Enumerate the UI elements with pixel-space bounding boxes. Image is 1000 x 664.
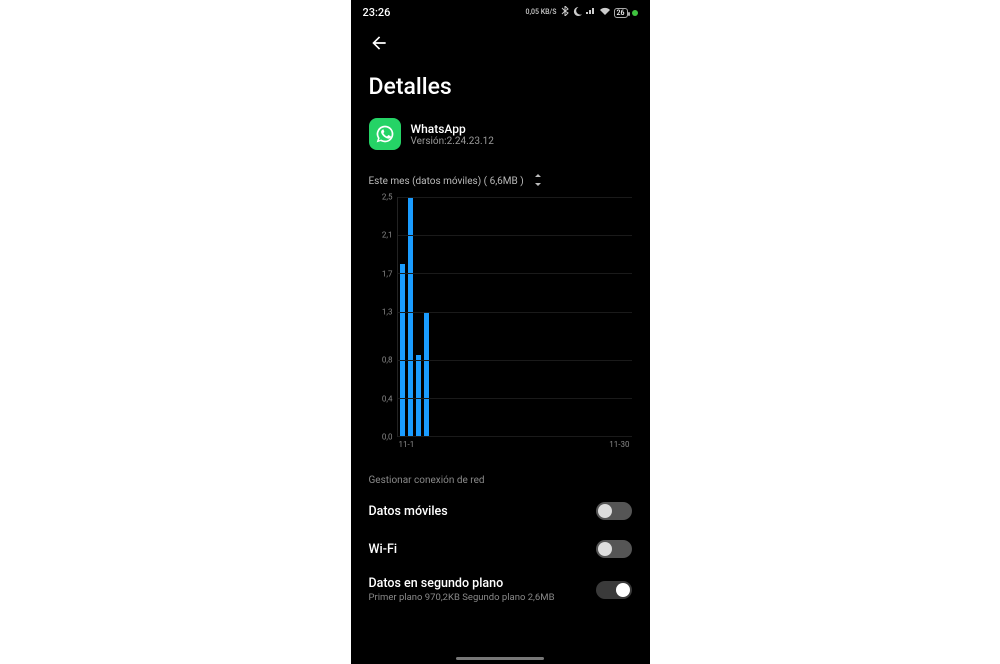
wifi-icon [600,7,610,18]
mobile-data-row[interactable]: Datos móviles [351,492,650,530]
phone-screen: 23:26 0,05 KB/S 26 Detalles [351,0,650,664]
net-speed-icon: 0,05 KB/S [525,9,556,16]
background-data-sublabel: Primer plano 970,2KB Segundo plano 2,6MB [369,592,555,603]
privacy-dot-icon [632,10,638,16]
wifi-row[interactable]: Wi-Fi [351,530,650,568]
period-label: Este mes (datos móviles) ( 6,6MB ) [369,176,524,187]
signal-icon [586,7,596,18]
y-tick: 0,0 [382,433,393,442]
app-header: WhatsApp Versión:2.24.23.12 [351,112,650,160]
whatsapp-icon [369,118,401,150]
bluetooth-icon [561,6,569,19]
mobile-data-label: Datos móviles [369,504,448,519]
moon-icon [573,7,582,19]
wifi-label: Wi-Fi [369,542,398,557]
home-indicator[interactable] [456,657,544,660]
mobile-data-switch[interactable] [596,502,632,520]
y-tick: 1,7 [382,269,393,278]
chevron-updown-icon [534,174,542,189]
wifi-switch[interactable] [596,540,632,558]
battery-icon: 26 [614,8,628,18]
back-arrow-icon[interactable] [369,38,389,57]
x-axis: 11-1 11-30 [397,437,632,451]
y-tick: 0,8 [382,356,393,365]
status-icons: 0,05 KB/S 26 [525,6,637,19]
y-tick: 2,5 [382,193,393,202]
app-name: WhatsApp [411,122,494,136]
status-time: 23:26 [363,6,391,19]
page-title: Detalles [351,57,650,112]
y-tick: 2,1 [382,231,393,240]
background-data-row[interactable]: Datos en segundo plano Primer plano 970,… [351,568,650,613]
bar [400,264,405,436]
bar [408,197,413,436]
y-axis: 2,52,11,71,30,80,40,0 [369,197,397,437]
status-bar: 23:26 0,05 KB/S 26 [351,0,650,21]
bar [416,355,421,436]
plot-area [397,197,632,437]
usage-chart: 2,52,11,71,30,80,40,0 11-1 11-30 [351,197,650,451]
period-dropdown[interactable]: Este mes (datos móviles) ( 6,6MB ) [351,160,650,197]
y-tick: 0,4 [382,394,393,403]
app-version: Versión:2.24.23.12 [411,136,494,147]
x-axis-end: 11-30 [609,440,629,449]
section-network-label: Gestionar conexión de red [351,451,650,492]
y-tick: 1,3 [382,308,393,317]
bar [424,312,429,436]
x-axis-start: 11-1 [399,440,415,449]
background-data-switch[interactable] [596,581,632,599]
background-data-label: Datos en segundo plano [369,576,555,591]
